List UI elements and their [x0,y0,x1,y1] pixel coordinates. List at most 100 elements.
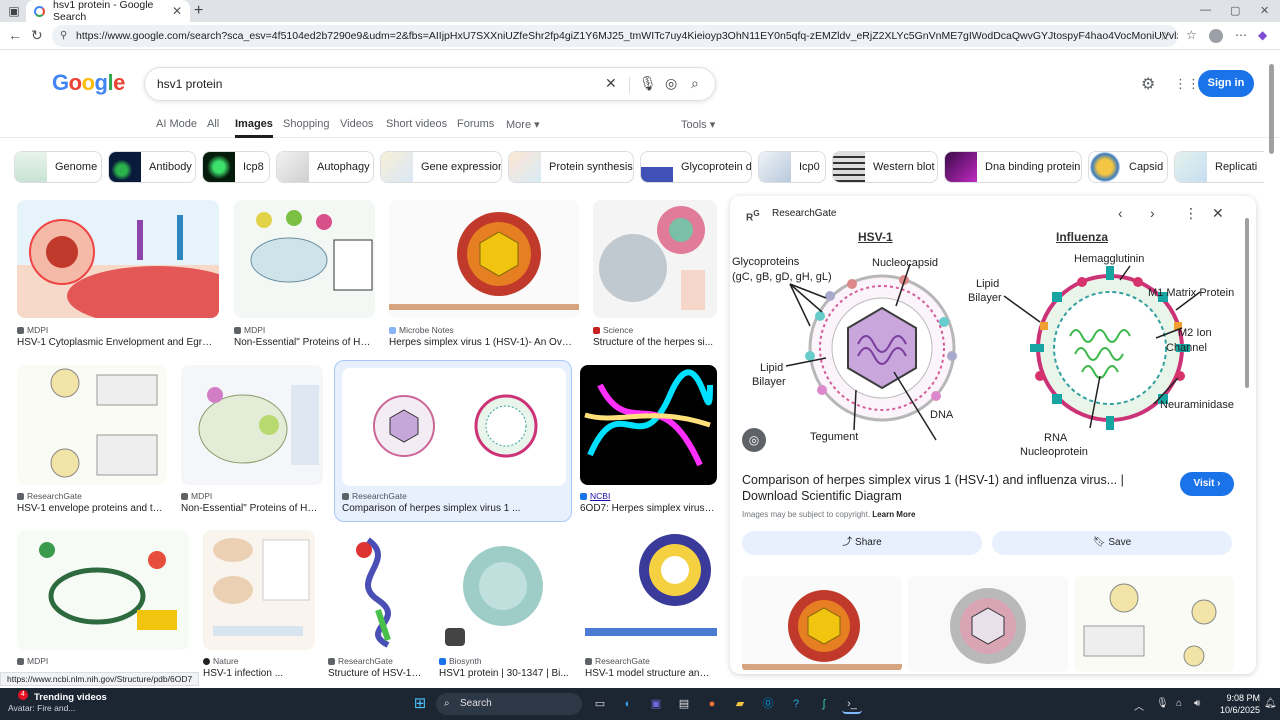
tab-videos[interactable]: Videos [340,118,373,130]
result-title[interactable]: HSV-1 envelope proteins and the... [17,503,167,514]
result-card[interactable]: Science Structure of the herpes si... [593,200,717,352]
result-card[interactable]: MDPI Non-Essential" Proteins of HS... [234,200,375,352]
result-title[interactable]: HSV1 protein | 30-1347 | Bi... [439,668,569,679]
result-card[interactable]: ResearchGate Structure of HSV-1 r... [328,530,425,680]
panel-source-name[interactable]: ResearchGate [772,208,836,219]
next-image-icon[interactable]: › [1150,205,1155,221]
result-image[interactable] [439,530,570,650]
teams-icon[interactable]: ▣ [646,694,666,714]
result-image[interactable] [203,530,315,650]
result-image[interactable] [389,200,579,318]
result-image[interactable] [234,200,375,318]
chip-capsid[interactable]: Capsid [1088,151,1168,183]
chip-icp0[interactable]: Icp0 [758,151,826,183]
chip-gene-expression[interactable]: Gene expression [380,151,502,183]
result-image[interactable] [593,200,717,318]
notifications-icon[interactable]: 🔔︎ [1264,698,1277,709]
bookmark-star-icon[interactable]: ☆ [1159,25,1170,47]
result-title[interactable]: HSV-1 model structure and g... [585,668,715,679]
file-explorer-icon[interactable]: ▰ [730,694,750,714]
news-widget[interactable]: 4 Trending videos Avatar: Fire and... [8,690,128,713]
result-title[interactable]: HSV-1 infection ... [203,668,313,679]
related-image[interactable] [742,576,902,672]
result-title[interactable]: 6OD7: Herpes simplex virus t... [580,503,715,514]
new-tab-icon[interactable]: + [194,2,203,20]
result-card[interactable]: Nature HSV-1 infection ... [203,530,315,680]
result-title[interactable]: Non-Essential" Proteins of HS... [234,337,374,348]
result-card[interactable]: ResearchGate HSV-1 envelope proteins and… [17,365,167,517]
chip-antibody[interactable]: Antibody [108,151,196,183]
chip-replication[interactable]: Replicati [1174,151,1264,183]
system-clock[interactable]: 9:08 PM 10/6/2025 [1216,692,1260,716]
help-icon[interactable]: ? [786,694,806,714]
reload-icon[interactable]: ↻ [31,27,43,44]
maximize-icon[interactable]: ▢ [1230,4,1240,17]
result-image[interactable] [17,200,219,318]
related-image[interactable] [1074,576,1234,672]
tray-chevron-icon[interactable]: ︿ [1134,698,1144,713]
result-card[interactable]: Biosynth HSV1 protein | 30-1347 | Bi... [439,530,570,680]
menu-dots-icon[interactable]: ⋯ [1235,28,1247,42]
tools-button[interactable]: Tools ▾ [681,118,715,131]
mic-icon[interactable]: 🎙︎ [1156,698,1169,709]
search-box[interactable]: hsv1 protein ✕ 🎙 ◎ ⌕ [144,67,716,101]
close-tab-icon[interactable]: ✕ [172,4,182,18]
app-icon[interactable]: ʃ [814,694,834,714]
lens-search-icon[interactable]: ◎ [665,75,677,92]
network-icon[interactable]: ⌂ [1176,698,1182,709]
minimize-icon[interactable]: — [1200,4,1211,16]
result-image[interactable] [181,365,323,485]
panel-title[interactable]: Comparison of herpes simplex virus 1 (HS… [742,472,1172,504]
result-image[interactable] [17,530,189,650]
volume-icon[interactable]: 🔊︎ [1194,698,1200,709]
close-panel-icon[interactable]: ✕ [1212,205,1224,222]
tab-images[interactable]: Images [235,118,273,138]
terminal-icon[interactable]: ›_ [842,694,862,714]
visit-button[interactable]: Visit › [1180,472,1234,496]
search-input[interactable]: hsv1 protein [157,77,222,91]
result-image[interactable] [328,530,425,650]
site-info-icon[interactable]: ⚲ [60,25,67,47]
tab-actions-icon[interactable]: ▣ [6,3,22,19]
result-title[interactable]: HSV-1 Cytoplasmic Envelopment and Egress [17,337,217,348]
result-title[interactable]: Herpes simplex virus 1 (HSV-1)- An Overv… [389,337,577,348]
chip-western-blot[interactable]: Western blot [832,151,938,183]
tab-short-videos[interactable]: Short videos [386,118,447,130]
more-options-icon[interactable]: ⋮ [1184,205,1198,222]
settings-gear-icon[interactable]: ⚙ [1141,74,1155,94]
share-button[interactable]: ⤴ Share [742,531,982,555]
store-icon[interactable]: ▤ [674,694,694,714]
chip-glycoprotein-d[interactable]: Glycoprotein d [640,151,752,183]
chip-icp8[interactable]: Icp8 [202,151,270,183]
tab-ai-mode[interactable]: AI Mode [156,118,197,130]
result-card[interactable]: MDPI [17,530,189,680]
result-image[interactable] [585,530,717,650]
result-card[interactable]: ResearchGate HSV-1 model structure and g… [585,530,717,680]
panel-scrollbar-thumb[interactable] [1245,218,1249,388]
back-icon[interactable]: ← [8,27,22,43]
result-card[interactable]: MDPI HSV-1 Cytoplasmic Envelopment and E… [17,200,219,352]
result-title[interactable]: Non-Essential" Proteins of HSV... [181,503,323,514]
result-image[interactable] [342,368,566,486]
result-title[interactable]: Structure of the herpes si... [593,337,715,348]
panel-scrollbar[interactable] [1244,208,1250,668]
copilot-icon[interactable]: ◆ [1258,28,1267,42]
tab-more[interactable]: More ▾ [506,118,540,131]
save-button[interactable]: 🔖︎ Save [992,531,1232,555]
source-name[interactable]: NCBI [590,491,610,501]
result-title[interactable]: Structure of HSV-1 r... [328,668,424,679]
sign-in-button[interactable]: Sign in [1198,70,1254,97]
page-scrollbar-thumb[interactable] [1269,64,1274,154]
favorites-icon[interactable]: ☆ [1186,28,1197,42]
firefox-icon[interactable]: ● [702,694,722,714]
hp-icon[interactable]: ⓪ [758,694,778,714]
chip-autophagy[interactable]: Autophagy [276,151,374,183]
address-bar[interactable]: ⚲ https://www.google.com/search?sca_esv=… [52,25,1178,47]
chip-genome[interactable]: Genome [14,151,102,183]
result-image[interactable] [580,365,717,485]
related-image[interactable] [908,576,1068,672]
windows-start-icon[interactable]: ⊞ [410,694,430,714]
taskbar-search[interactable]: ⌕ Search [436,693,582,715]
google-logo[interactable]: Google [52,70,125,96]
result-card[interactable]: MDPI Non-Essential" Proteins of HSV... [181,365,323,517]
